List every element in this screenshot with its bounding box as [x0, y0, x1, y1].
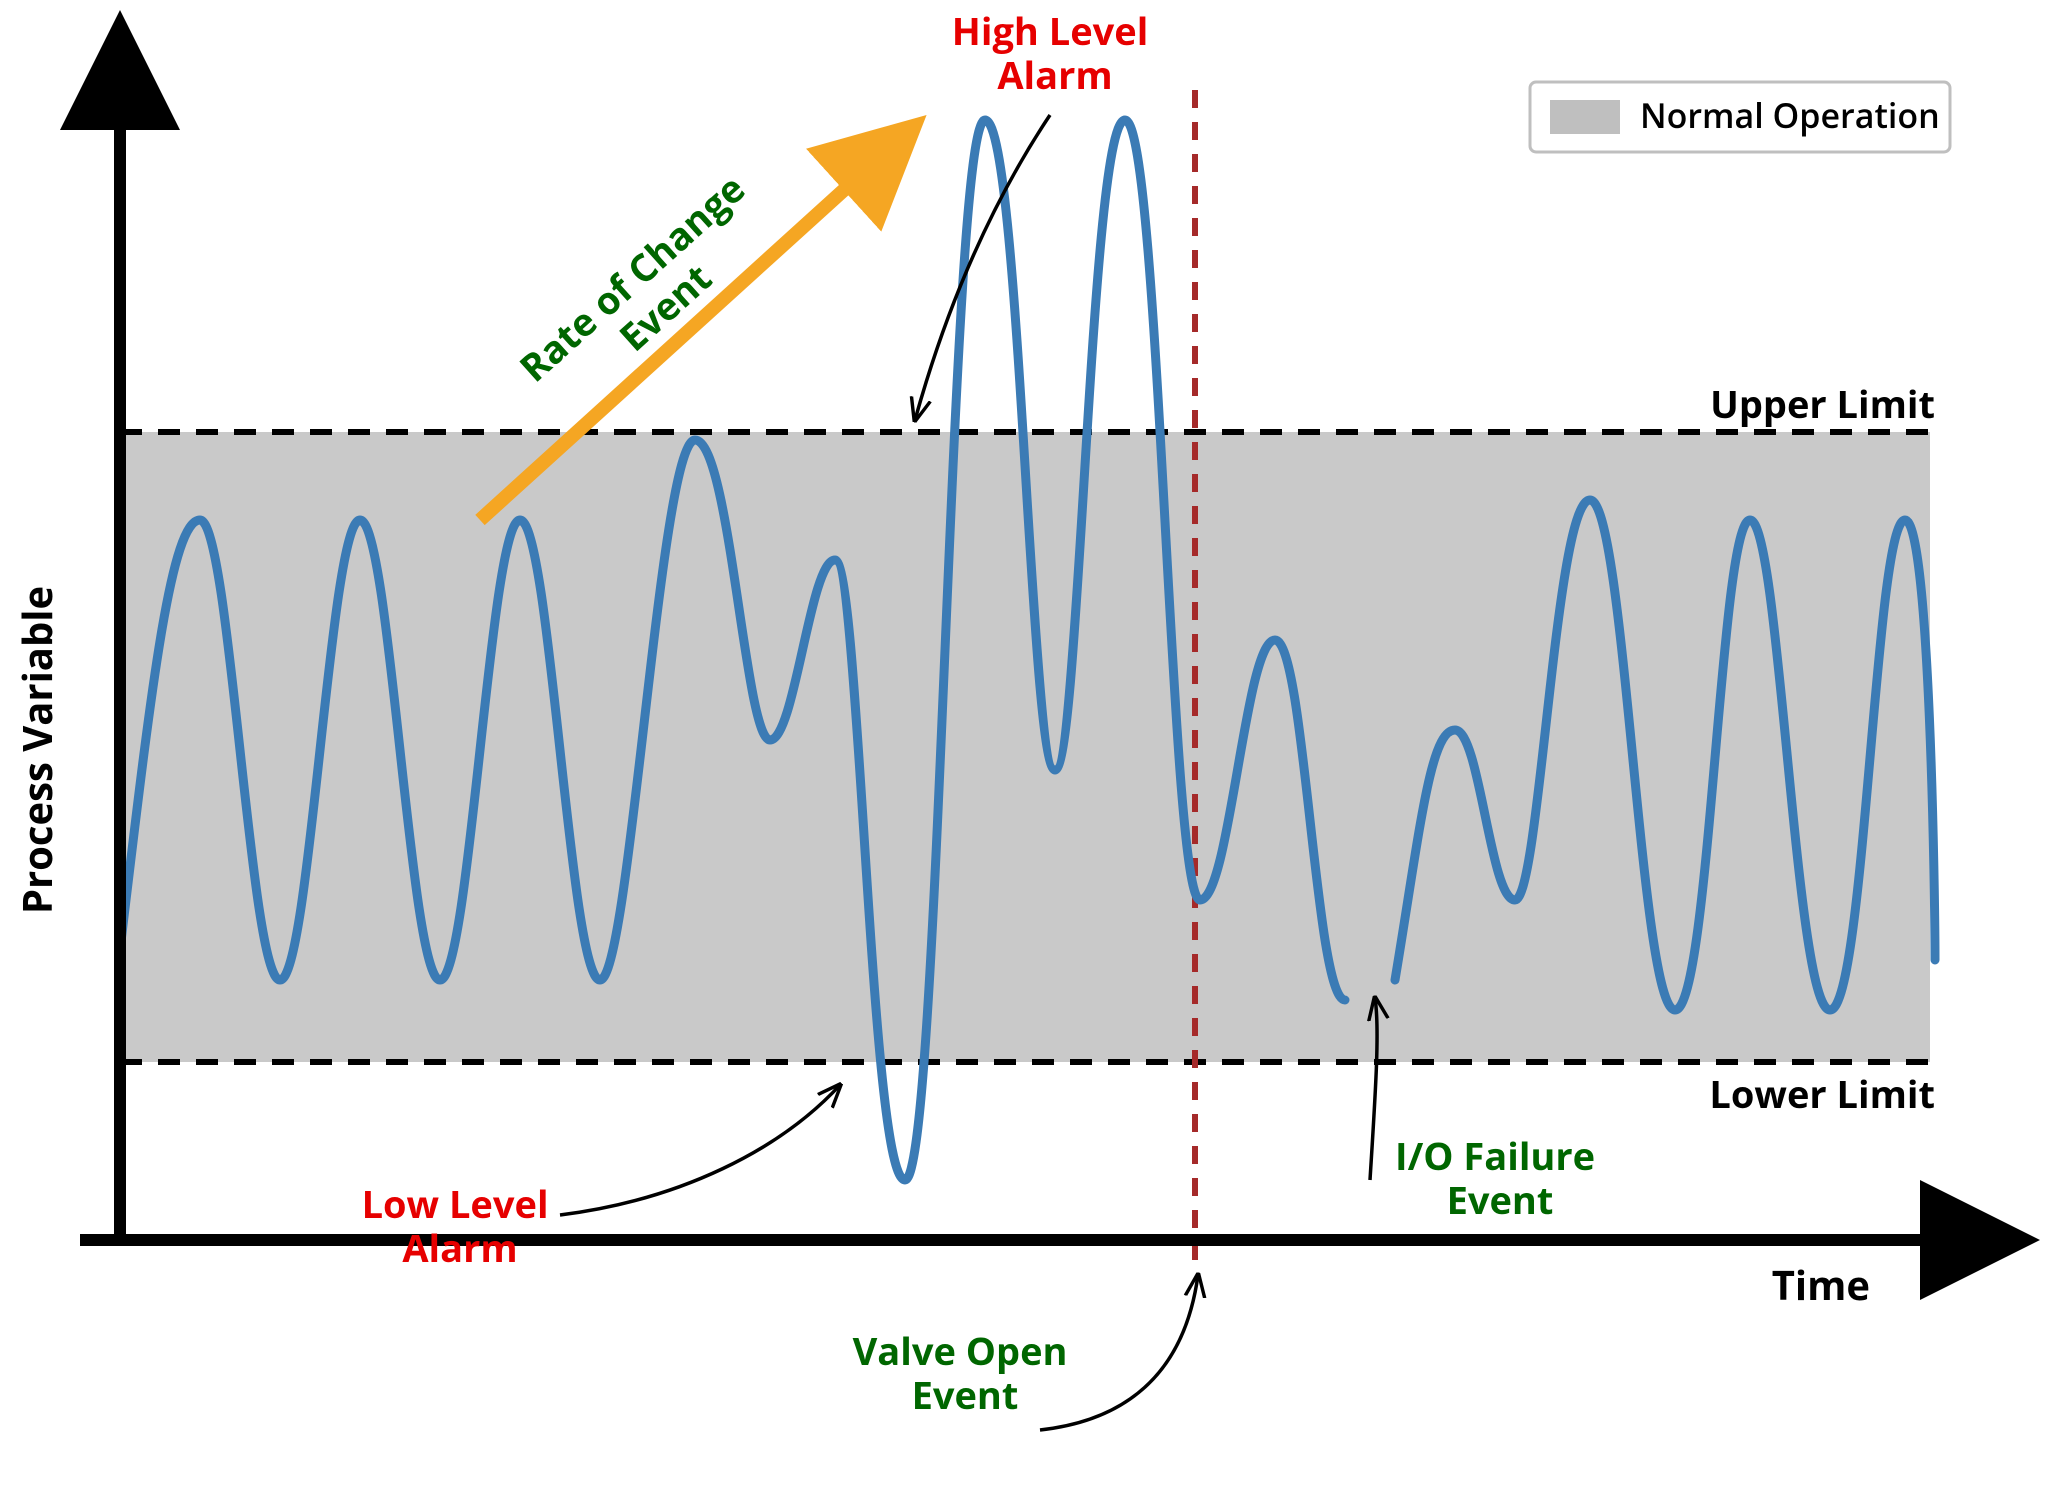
diagram-svg: Process Variable Time Upper Limit Lower …: [0, 0, 2048, 1494]
rate-of-change-label: Rate of Change Event: [508, 156, 792, 425]
x-axis-label: Time: [1772, 1257, 1870, 1312]
lower-limit-label: Lower Limit: [1709, 1068, 1935, 1120]
diagram: Process Variable Time Upper Limit Lower …: [0, 0, 2048, 1494]
legend-swatch-normal: [1550, 100, 1620, 134]
legend-normal-label: Normal Operation: [1640, 92, 1940, 138]
upper-limit-label: Upper Limit: [1710, 378, 1935, 430]
y-axis-label: Process Variable: [9, 586, 64, 914]
high-level-alarm-label: High Level Alarm: [952, 5, 1158, 101]
low-level-alarm-label: Low Level Alarm: [362, 1178, 559, 1274]
low-alarm-arrow: [560, 1085, 840, 1215]
legend: Normal Operation: [1530, 82, 1950, 152]
high-alarm-arrow: [915, 115, 1050, 420]
io-failure-label: I/O Failure Event: [1395, 1130, 1605, 1226]
valve-open-label: Valve Open Event: [853, 1325, 1078, 1421]
